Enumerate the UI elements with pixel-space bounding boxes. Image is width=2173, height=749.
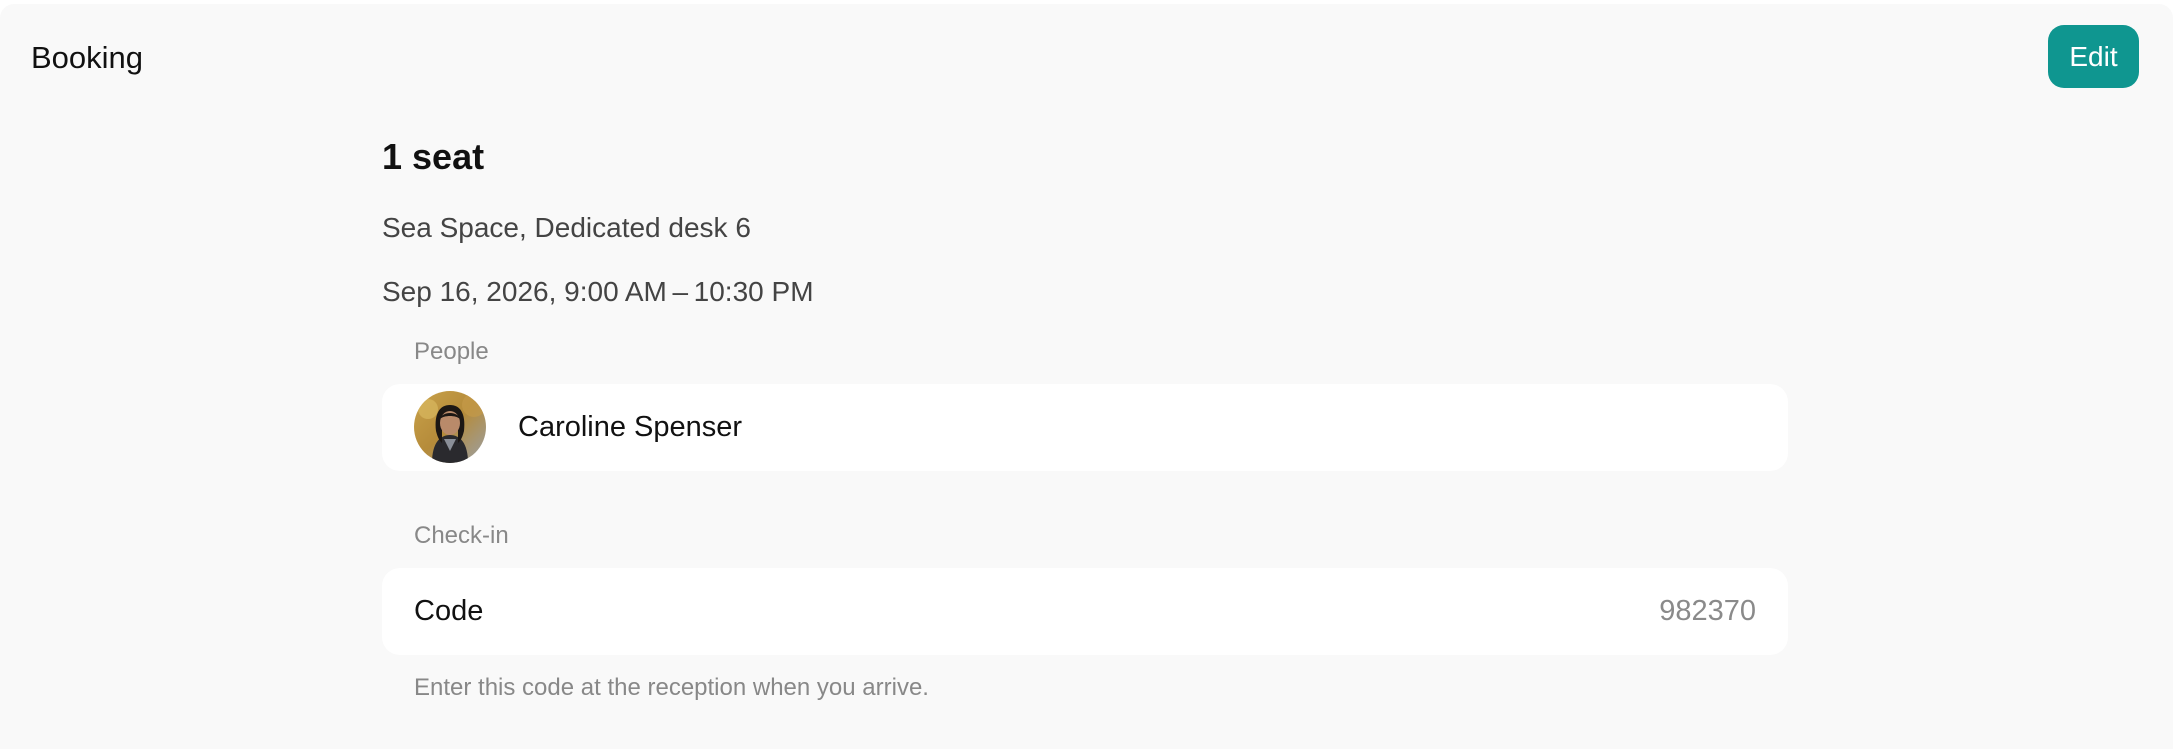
code-value: 982370	[1659, 595, 1756, 627]
edit-button[interactable]: Edit	[2048, 25, 2139, 88]
booking-window: Booking Edit 1 seat Sea Space, Dedicated…	[0, 4, 2173, 749]
person-photo-icon	[414, 391, 486, 463]
avatar	[414, 391, 486, 463]
checkin-hint: Enter this code at the reception when yo…	[414, 674, 929, 701]
code-label: Code	[414, 595, 484, 627]
booking-location: Sea Space, Dedicated desk 6	[382, 212, 751, 243]
booking-datetime: Sep 16, 2026, 9:00 AM – 10:30 PM	[382, 276, 814, 307]
people-section-label: People	[414, 338, 489, 365]
checkin-code-row: Code 982370	[382, 568, 1788, 655]
checkin-section-label: Check-in	[414, 522, 509, 549]
person-row[interactable]: Caroline Spenser	[382, 384, 1788, 471]
seat-title: 1 seat	[382, 136, 485, 177]
page-title: Booking	[31, 40, 144, 75]
person-name: Caroline Spenser	[518, 411, 743, 443]
